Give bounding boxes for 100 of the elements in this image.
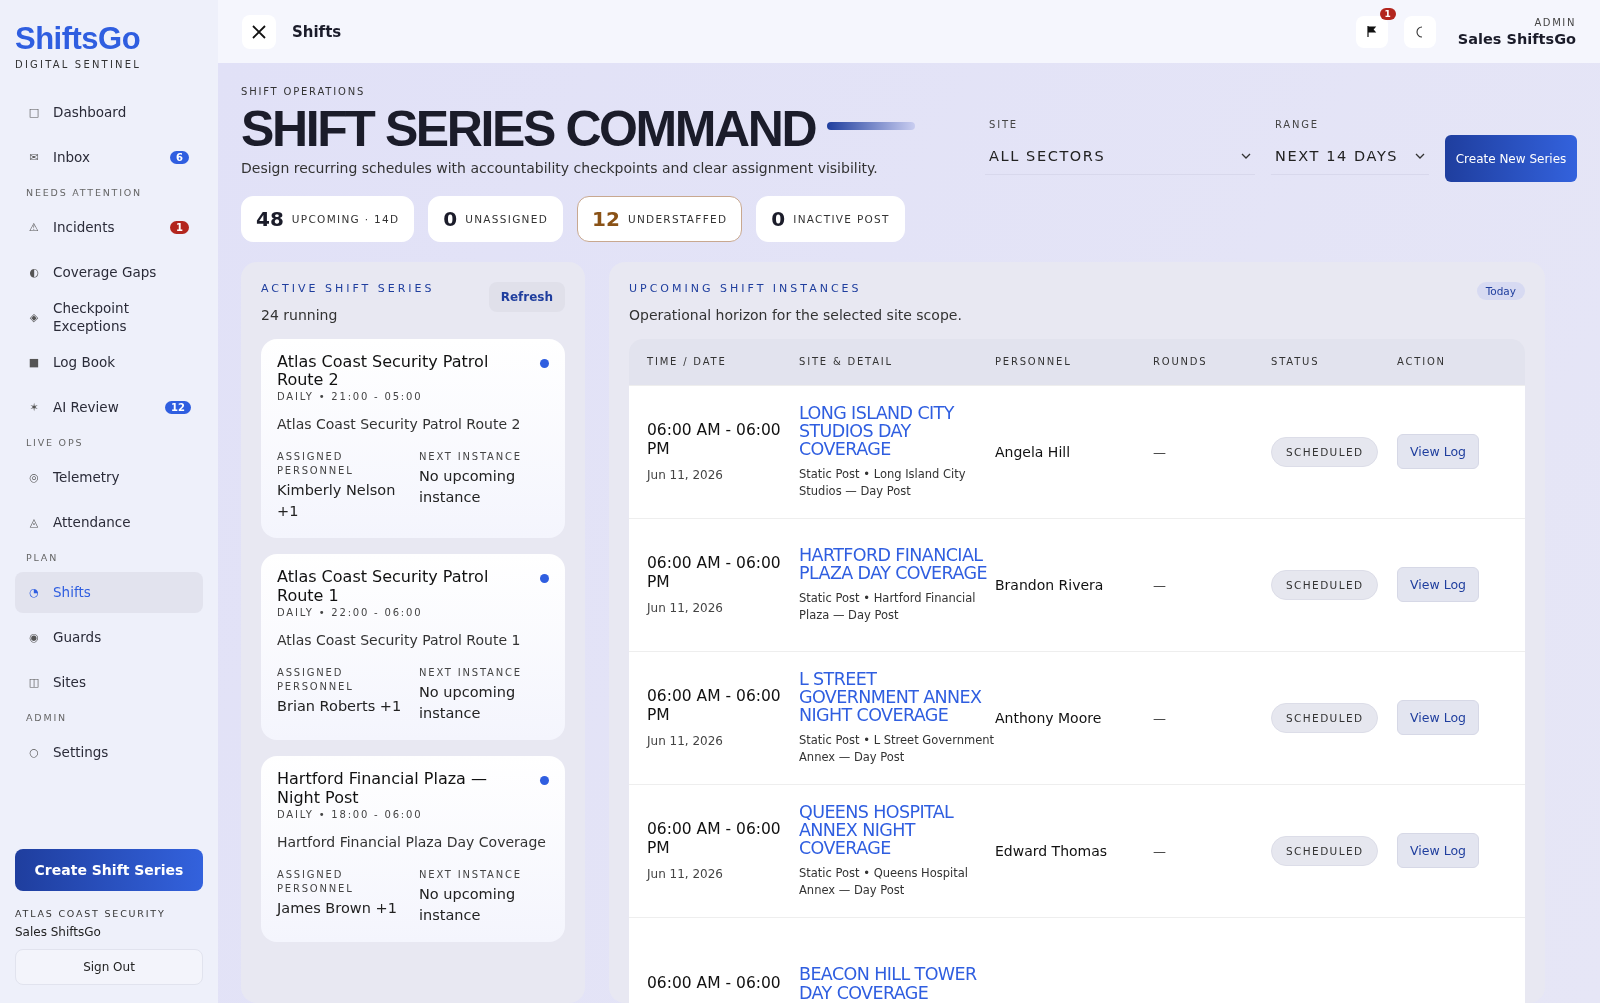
meta-label: NEXT INSTANCE bbox=[419, 450, 523, 465]
nav-icon: ◈ bbox=[27, 311, 41, 325]
field-label: SITE bbox=[989, 119, 1019, 130]
next-instance: No upcoming instance bbox=[419, 683, 517, 724]
nav-icon: ■ bbox=[27, 356, 41, 370]
nav-item[interactable]: ◎ Telemetry bbox=[15, 457, 203, 499]
nav-item[interactable]: ◐ Coverage Gaps bbox=[15, 252, 203, 294]
series-card[interactable]: Hartford Financial Plaza — Night Post DAILY • 18:00 - 06:00 Hartford Financial Plaza Day Coverage ASSIGNED PERSONNEL James Brown +1 NEXT INSTANCE No upcoming instance bbox=[261, 756, 565, 942]
nav-item[interactable]: ✶ AI Review 12 bbox=[15, 387, 203, 429]
nav-item[interactable]: ■ Log Book bbox=[15, 342, 203, 384]
nav-item[interactable]: ✉ Inbox 6 bbox=[15, 137, 203, 179]
site-link[interactable]: LONG ISLAND CITY STUDIOS DAY COVERAGE bbox=[799, 404, 995, 459]
refresh-button[interactable]: Refresh bbox=[488, 281, 565, 312]
alerts-button[interactable] bbox=[1355, 15, 1388, 48]
series-card[interactable]: Atlas Coast Security Patrol Route 1 DAILY • 22:00 - 06:00 Atlas Coast Security Patrol Route 1 ASSIGNED PERSONNEL Brian Roberts +1 NEXT INSTANCE No upcoming instance bbox=[261, 554, 565, 741]
panel-title: UPCOMING SHIFT INSTANCES bbox=[629, 281, 863, 295]
series-name: Atlas Coast Security Patrol Route 1 bbox=[277, 568, 490, 606]
shift-time: 06:00 AM - 06:00 bbox=[647, 974, 782, 993]
next-instance: No upcoming instance bbox=[419, 467, 517, 508]
stat-value: 48 bbox=[256, 206, 284, 231]
view-log-button[interactable]: View Log bbox=[1397, 567, 1479, 602]
view-log-button[interactable]: View Log bbox=[1397, 700, 1479, 735]
site-link[interactable]: L STREET GOVERNMENT ANNEX NIGHT COVERAGE bbox=[799, 670, 995, 725]
user-role: ADMIN bbox=[1533, 16, 1576, 28]
stat-value: 12 bbox=[592, 206, 620, 231]
organization-name: ATLAS COAST SECURITY bbox=[15, 908, 167, 919]
assigned-personnel: Brian Roberts +1 bbox=[277, 697, 403, 717]
view-log-button[interactable]: View Log bbox=[1397, 434, 1479, 469]
shift-time: 06:00 AM - 06:00 PM bbox=[647, 819, 782, 858]
site-link[interactable]: QUEENS HOSPITAL ANNEX NIGHT COVERAGE bbox=[799, 803, 995, 858]
user-name: Sales ShiftsGo bbox=[1457, 30, 1576, 47]
meta-label: NEXT INSTANCE bbox=[419, 867, 523, 882]
personnel-name: Edward Thomas bbox=[995, 843, 1108, 859]
shift-date: Jun 11, 2026 bbox=[647, 601, 724, 616]
create-new-series-button[interactable]: Create New Series bbox=[1445, 135, 1577, 182]
nav-label: Checkpoint Exceptions bbox=[53, 300, 130, 336]
close-button[interactable] bbox=[242, 14, 276, 49]
series-card[interactable]: Atlas Coast Security Patrol Route 2 DAILY • 21:00 - 05:00 Atlas Coast Security Patrol Route 2 ASSIGNED PERSONNEL Kimberly Nelson +1 NEXT INSTANCE No upcoming instance bbox=[261, 338, 565, 539]
stat-label: UPCOMING · 14D bbox=[291, 212, 400, 225]
site-detail: Static Post • Hartford Financial Plaza — Day Post bbox=[799, 590, 977, 623]
count-badge: 12 bbox=[165, 401, 191, 415]
sign-out-button[interactable]: Sign Out bbox=[15, 949, 203, 985]
nav-heading: LIVE OPS bbox=[25, 436, 85, 451]
running-count: 24 running bbox=[261, 306, 339, 323]
status-pill: SCHEDULED bbox=[1271, 436, 1379, 467]
column-header: ACTION bbox=[1397, 356, 1447, 367]
create-shift-series-button[interactable]: Create Shift Series bbox=[15, 849, 203, 891]
alert-count-badge: 1 bbox=[1379, 7, 1396, 20]
nav-item[interactable]: ○ Settings bbox=[15, 732, 203, 774]
nav-item[interactable]: ◈ Checkpoint Exceptions bbox=[15, 297, 203, 339]
nav-item[interactable]: ⚠ Incidents 1 bbox=[15, 207, 203, 249]
nav-icon: ✶ bbox=[27, 401, 41, 415]
site-detail: Static Post • Long Island City Studios — Day Post bbox=[799, 466, 967, 499]
stat-value: 0 bbox=[771, 206, 786, 231]
series-schedule: DAILY • 21:00 - 05:00 bbox=[277, 391, 424, 403]
view-log-button[interactable]: View Log bbox=[1397, 833, 1479, 868]
site-link[interactable]: HARTFORD FINANCIAL PLAZA DAY COVERAGE bbox=[799, 546, 995, 583]
range-select[interactable]: NEXT 14 DAYS bbox=[1271, 140, 1429, 175]
today-badge: Today bbox=[1476, 281, 1525, 300]
moon-icon bbox=[1414, 25, 1425, 38]
nav-item[interactable]: ◬ Attendance bbox=[15, 502, 203, 544]
status-pill: SCHEDULED bbox=[1271, 835, 1379, 866]
series-route: Atlas Coast Security Patrol Route 1 bbox=[277, 632, 522, 649]
nav-label: AI Review bbox=[53, 398, 120, 417]
rounds-value: — bbox=[1153, 844, 1166, 859]
nav-label: Inbox bbox=[53, 148, 91, 167]
count-badge: 1 bbox=[170, 221, 189, 235]
nav-label: Log Book bbox=[53, 353, 116, 372]
status-pill: SCHEDULED bbox=[1271, 702, 1379, 733]
nav-item[interactable]: ◫ Sites bbox=[15, 662, 203, 704]
column-header: ROUNDS bbox=[1153, 356, 1209, 367]
site-link[interactable]: BEACON HILL TOWER DAY COVERAGE bbox=[799, 965, 995, 1002]
nav-item[interactable]: ◔ Shifts bbox=[15, 572, 203, 614]
shift-time: 06:00 AM - 06:00 PM bbox=[647, 553, 782, 592]
site-select[interactable]: ALL SECTORS bbox=[985, 140, 1255, 175]
nav-icon: ◎ bbox=[27, 471, 41, 485]
nav-icon: ◫ bbox=[27, 676, 41, 690]
nav-icon: ◉ bbox=[27, 631, 41, 645]
shift-time: 06:00 AM - 06:00 PM bbox=[647, 686, 782, 725]
personnel-name: Angela Hill bbox=[995, 444, 1071, 460]
nav-item[interactable]: □ Dashboard bbox=[15, 92, 203, 134]
brand-logo: ShiftsGo bbox=[15, 22, 142, 57]
brand-tagline: DIGITAL SENTINEL bbox=[15, 59, 143, 71]
shift-date: Jun 11, 2026 bbox=[647, 867, 724, 882]
nav-icon: ◐ bbox=[27, 266, 41, 280]
field-label: RANGE bbox=[1275, 119, 1320, 130]
nav-item[interactable]: ◉ Guards bbox=[15, 617, 203, 659]
chevron-icon bbox=[1415, 153, 1425, 159]
stat-label: UNASSIGNED bbox=[465, 212, 549, 225]
theme-toggle-button[interactable] bbox=[1403, 15, 1436, 48]
panel-subtitle: Operational horizon for the selected site scope. bbox=[629, 306, 962, 323]
page-heading: SHIFT SERIES COMMAND bbox=[241, 103, 816, 156]
page-subtitle: Design recurring schedules with accountability checkpoints and clear assignment visibility. bbox=[241, 159, 879, 176]
user-name: Sales ShiftsGo bbox=[15, 925, 102, 939]
series-schedule: DAILY • 22:00 - 06:00 bbox=[277, 607, 424, 619]
column-header: STATUS bbox=[1271, 356, 1321, 367]
meta-label: ASSIGNED PERSONNEL bbox=[277, 666, 355, 695]
nav-icon: ◔ bbox=[27, 586, 41, 600]
nav-label: Dashboard bbox=[53, 103, 128, 122]
nav-label: Coverage Gaps bbox=[53, 263, 158, 282]
